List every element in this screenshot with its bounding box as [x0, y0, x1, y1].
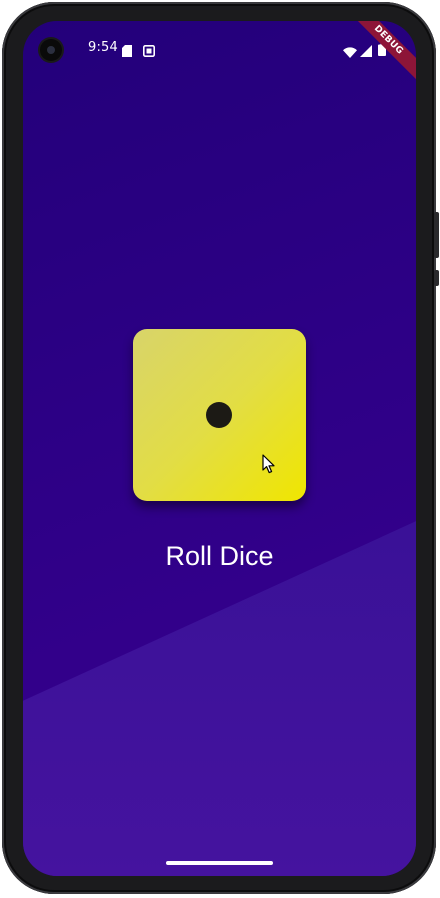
cell-signal-icon [360, 42, 372, 61]
dice-pip [206, 402, 232, 428]
volume-button [434, 270, 439, 286]
phone-frame: 9:54 DEBUG Roll Dice [2, 2, 439, 894]
status-time: 9:54 [88, 40, 118, 55]
sd-card-icon [122, 42, 132, 61]
front-camera [40, 39, 62, 61]
roll-dice-label[interactable]: Roll Dice [23, 541, 416, 572]
mouse-cursor-icon [262, 454, 276, 478]
status-bar: 9:54 DEBUG [23, 21, 416, 85]
dice-button[interactable] [133, 329, 306, 501]
screenshot-icon [143, 42, 155, 61]
wifi-icon [343, 43, 357, 62]
app-screen: 9:54 DEBUG Roll Dice [23, 21, 416, 876]
home-indicator[interactable] [166, 861, 273, 865]
power-button [434, 212, 439, 258]
